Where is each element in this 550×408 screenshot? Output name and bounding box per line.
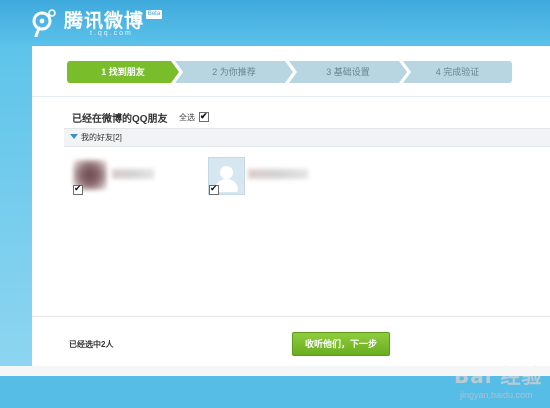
select-all[interactable]: 全选 ✔ xyxy=(179,111,209,123)
checkmark-icon: ✔ xyxy=(200,111,208,121)
beta-badge: Beta xyxy=(146,10,162,19)
watermark-url: jingyan.baidu.com xyxy=(460,390,533,400)
expand-caret-icon[interactable] xyxy=(70,134,78,139)
step-recommend: 2 为你推荐 xyxy=(175,61,293,83)
follow-next-button[interactable]: 收听他们，下一步 xyxy=(292,332,390,356)
weibo-logo[interactable]: 腾讯微博 Beta t.qq.com xyxy=(30,5,180,41)
page-bottom-strip xyxy=(0,366,550,376)
checkmark-icon: ✔ xyxy=(210,184,218,194)
friend-item[interactable]: ✔ xyxy=(208,157,318,195)
select-all-checkbox[interactable]: ✔ xyxy=(199,111,209,122)
step-basic-settings: 3 基础设置 xyxy=(289,61,407,83)
main-panel: 1 找到朋友 2 为你推荐 3 基础设置 4 完成验证 已经在微博的QQ朋友 全… xyxy=(32,46,550,400)
progress-steps: 1 找到朋友 2 为你推荐 3 基础设置 4 完成验证 xyxy=(67,61,512,83)
friend-checkbox[interactable]: ✔ xyxy=(73,184,83,195)
footer-divider xyxy=(32,316,550,317)
brand-domain: t.qq.com xyxy=(90,30,133,37)
friend-item[interactable]: ✔ xyxy=(72,157,162,195)
friend-group-header[interactable]: 我的好友[2] xyxy=(64,128,550,147)
selected-count: 已经选中2人 xyxy=(69,340,114,349)
group-label: 我的好友[2] xyxy=(81,133,122,142)
steps-area: 1 找到朋友 2 为你推荐 3 基础设置 4 完成验证 xyxy=(32,46,550,97)
friend-name-blurred xyxy=(112,169,154,179)
step-find-friends: 1 找到朋友 xyxy=(67,61,179,83)
avatar-head xyxy=(220,166,233,179)
checkmark-icon: ✔ xyxy=(74,184,82,194)
friend-checkbox[interactable]: ✔ xyxy=(209,184,219,195)
friend-name-blurred xyxy=(248,169,308,179)
weibo-brand-icon xyxy=(32,9,56,37)
brand-title: 腾讯微博 xyxy=(64,10,145,32)
step-complete-verification: 4 完成验证 xyxy=(403,61,512,83)
section-title: 已经在微博的QQ朋友 xyxy=(72,114,168,125)
select-all-label: 全选 xyxy=(179,113,195,122)
page-background-left xyxy=(0,46,32,376)
